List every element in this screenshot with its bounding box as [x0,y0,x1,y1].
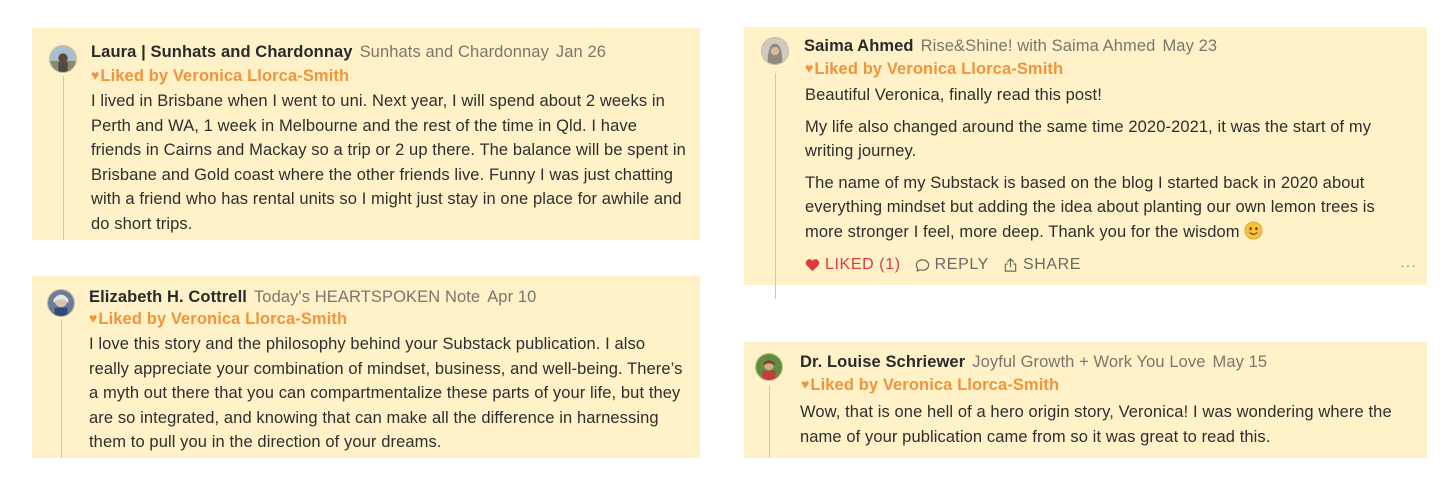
comment-paragraph: I lived in Brisbane when I went to uni. … [91,92,686,233]
smiling-face-emoji-icon [1244,221,1263,240]
comment-paragraph: Wow, that is one hell of a hero origin s… [800,403,1392,446]
comment-paragraph: My life also changed around the same tim… [805,117,1372,161]
liked-by-label: ♥Liked by Veronica Llorca-Smith [89,309,347,329]
comment-card-louise: Dr. Louise Schriewer Joyful Growth + Work… [744,342,1427,458]
comment-paragraph: The name of my Substack is based on the … [805,171,1417,245]
heart-icon: ♥ [91,67,100,83]
comment-card-elizabeth: Elizabeth H. Cottrell Today's HEARTSPOKEN… [32,276,700,458]
publication-name[interactable]: Today's HEARTSPOKEN Note [254,288,480,306]
comment-actions: LIKED (1) REPLY SHARE [805,255,1095,275]
comment-body: Beautiful Veronica, finally read this po… [805,83,1417,245]
comment-bubble-icon [915,258,930,273]
reply-button[interactable]: REPLY [915,255,989,275]
liked-by-text: Liked by Veronica Llorca-Smith [98,310,348,328]
avatar[interactable] [47,289,75,317]
comment-header: Laura | Sunhats and Chardonnay Sunhats an… [91,42,606,62]
publication-name[interactable]: Joyful Growth + Work You Love [972,353,1205,371]
reply-label: REPLY [934,256,989,273]
more-options-icon[interactable]: ··· [1400,257,1417,273]
comments-collage: Laura | Sunhats and Chardonnay Sunhats an… [0,0,1456,492]
heart-icon: ♥ [805,60,814,76]
comment-body: I love this story and the philosophy beh… [89,332,689,455]
comment-body: Wow, that is one hell of a hero origin s… [800,400,1418,449]
comment-header: Elizabeth H. Cottrell Today's HEARTSPOKEN… [89,287,536,307]
liked-by-label: ♥Liked by Veronica Llorca-Smith [801,375,1059,395]
thread-line [63,76,64,240]
avatar[interactable] [49,45,77,73]
comment-card-laura: Laura | Sunhats and Chardonnay Sunhats an… [32,28,700,240]
avatar[interactable] [761,37,789,65]
liked-button[interactable]: LIKED (1) [805,255,901,275]
heart-icon [805,258,820,272]
liked-by-label: ♥Liked by Veronica Llorca-Smith [805,59,1063,79]
author-name[interactable]: Dr. Louise Schriewer [800,353,965,371]
thread-line [775,73,776,299]
heart-icon: ♥ [89,310,98,326]
liked-label: LIKED (1) [825,256,901,273]
liked-by-text: Liked by Veronica Llorca-Smith [100,67,350,85]
comment-paragraph-text: The name of my Substack is based on the … [805,173,1375,241]
author-name[interactable]: Elizabeth H. Cottrell [89,288,247,306]
comment-date[interactable]: Jan 26 [556,43,606,61]
share-button[interactable]: SHARE [1003,255,1081,275]
liked-by-label: ♥Liked by Veronica Llorca-Smith [91,66,349,86]
share-label: SHARE [1022,256,1082,273]
comment-header: Dr. Louise Schriewer Joyful Growth + Work… [800,352,1267,372]
avatar[interactable] [755,353,783,381]
thread-line [769,386,770,458]
comment-body: I lived in Brisbane when I went to uni. … [91,89,691,237]
comment-header: Saima Ahmed Rise&Shine! with Saima Ahmed M… [804,36,1217,56]
comment-date[interactable]: May 15 [1213,353,1268,371]
liked-by-text: Liked by Veronica Llorca-Smith [810,376,1060,394]
author-name[interactable]: Saima Ahmed [804,37,914,55]
liked-by-text: Liked by Veronica Llorca-Smith [814,60,1064,78]
comment-date[interactable]: Apr 10 [487,288,536,306]
share-icon [1003,257,1018,273]
comment-paragraph: I love this story and the philosophy beh… [89,335,683,452]
publication-name[interactable]: Rise&Shine! with Saima Ahmed [921,37,1156,55]
thread-line [61,320,62,458]
publication-name[interactable]: Sunhats and Chardonnay [360,43,549,61]
heart-icon: ♥ [801,376,810,392]
comment-card-saima: Saima Ahmed Rise&Shine! with Saima Ahmed M… [744,27,1427,299]
comment-date[interactable]: May 23 [1162,37,1217,55]
comment-paragraph: Beautiful Veronica, finally read this po… [805,86,1102,104]
author-name[interactable]: Laura | Sunhats and Chardonnay [91,43,353,61]
